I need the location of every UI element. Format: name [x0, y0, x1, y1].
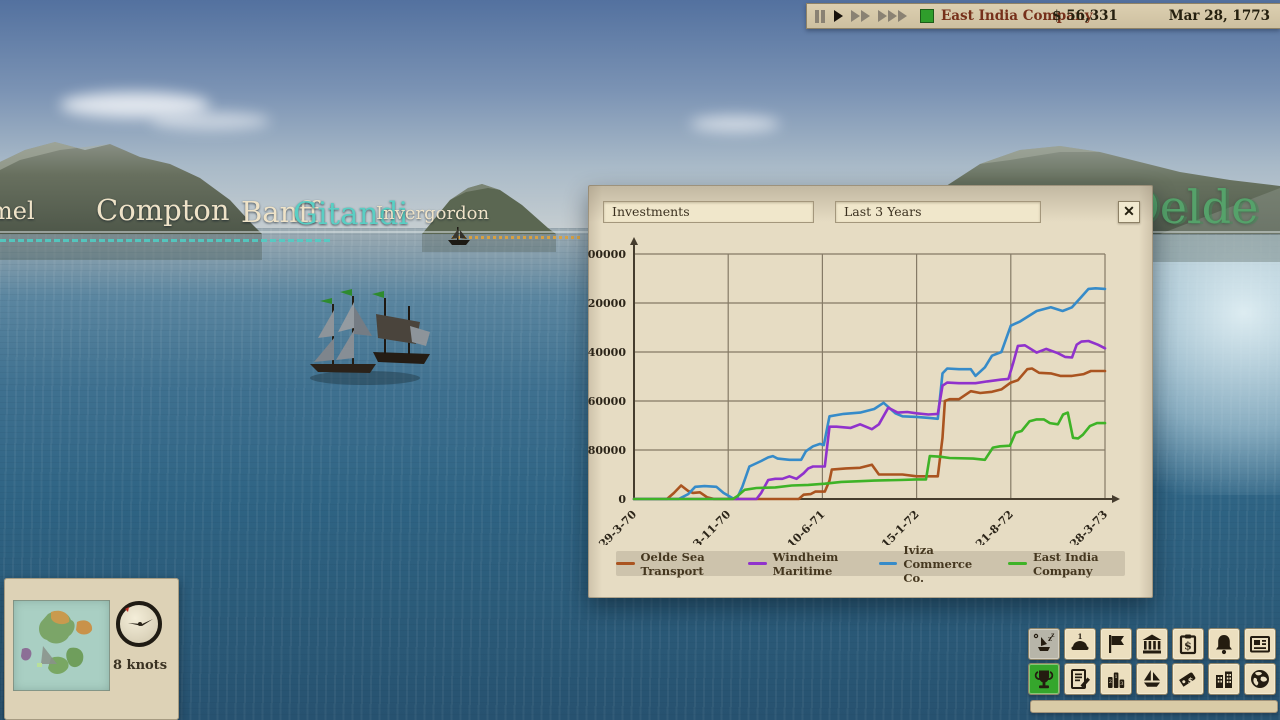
chart-legend: Oelde Sea TransportWindheim MaritimeIviz… — [616, 551, 1125, 576]
svg-text:29-3-70: 29-3-70 — [596, 508, 639, 545]
statistics-panel: Investments Last 3 Years ✕ 0800001600002… — [588, 185, 1153, 598]
pause-button[interactable] — [815, 10, 827, 23]
company-color-chip — [920, 9, 934, 23]
distant-ship[interactable] — [444, 224, 474, 248]
toolbar-button-captain[interactable]: 1 — [1064, 628, 1096, 660]
svg-text:80000: 80000 — [588, 444, 626, 457]
svg-text:400000: 400000 — [588, 248, 626, 261]
legend-item: Iviza Commerce Co. — [879, 543, 995, 585]
fast-forward-button[interactable] — [851, 10, 871, 22]
svg-text:$: $ — [1184, 640, 1192, 653]
legend-swatch — [879, 562, 898, 565]
city-overview-icon — [1212, 667, 1236, 691]
svg-text:240000: 240000 — [588, 346, 626, 359]
newspaper-icon — [1248, 632, 1272, 656]
toolbar-button-contracts[interactable] — [1064, 663, 1096, 695]
town-label-compton[interactable]: Compton — [96, 193, 230, 227]
svg-text:0: 0 — [618, 493, 626, 506]
toolbar-button-moored-ship[interactable]: zz — [1028, 628, 1060, 660]
play-button[interactable] — [834, 10, 844, 22]
toolbar-button-statistics[interactable]: 213 — [1100, 663, 1132, 695]
investments-chart: 0 80000 160000 240000 320000 400000 29-3-70 3-1… — [588, 185, 1153, 545]
compass — [116, 601, 162, 647]
toolbar-button-finances[interactable]: $ — [1172, 628, 1204, 660]
toolbar-button-newspaper[interactable] — [1244, 628, 1276, 660]
svg-text:10-6-71: 10-6-71 — [785, 508, 828, 545]
town-label-mel[interactable]: mel — [0, 197, 35, 225]
toolbar-button-city-overview[interactable] — [1208, 663, 1240, 695]
flag-icon — [1104, 632, 1128, 656]
world-map-icon — [1248, 667, 1272, 691]
bank-icon — [1140, 632, 1164, 656]
legend-label: Oelde Sea Transport — [641, 550, 735, 578]
legend-swatch — [616, 562, 635, 565]
toolbar-button-world-map[interactable] — [1244, 663, 1276, 695]
town-label-invergordon[interactable]: Invergordon — [376, 203, 489, 224]
toolbar-button-fleet[interactable] — [1136, 663, 1168, 695]
toolbar-button-trade-prices[interactable]: $ — [1172, 663, 1204, 695]
toolbar-button-bank[interactable] — [1136, 628, 1168, 660]
fleet-icon — [1140, 667, 1164, 691]
svg-text:160000: 160000 — [588, 395, 626, 408]
achievements-icon — [1032, 667, 1056, 691]
fastest-forward-button[interactable] — [878, 10, 908, 22]
legend-swatch — [748, 562, 767, 565]
captain-icon: 1 — [1068, 632, 1092, 656]
svg-text:21-8-72: 21-8-72 — [973, 508, 1016, 545]
legend-label: Windheim Maritime — [773, 550, 865, 578]
svg-text:z: z — [1051, 632, 1055, 639]
player-ships[interactable] — [280, 276, 430, 394]
legend-label: Iviza Commerce Co. — [903, 543, 994, 585]
moored-ship-icon: zz — [1032, 632, 1056, 656]
legend-swatch — [1008, 562, 1027, 565]
toolbar-button-achievements[interactable] — [1028, 663, 1060, 695]
minimap-panel: 8 knots — [4, 578, 179, 720]
minimized-panel-bar[interactable] — [1030, 700, 1278, 713]
legend-item: Windheim Maritime — [748, 550, 865, 578]
legend-item: East India Company — [1008, 550, 1125, 578]
speed-controls — [815, 10, 908, 23]
notifications-icon — [1212, 632, 1236, 656]
trade-route-line — [0, 239, 330, 242]
trade-prices-icon: $ — [1176, 667, 1200, 691]
toolbar-row-1: zz 1 $ — [1028, 628, 1276, 660]
minimap[interactable] — [13, 600, 110, 691]
contracts-icon — [1068, 667, 1092, 691]
speed-knots-label: 8 knots — [108, 658, 172, 673]
finances-icon: $ — [1176, 632, 1200, 656]
svg-text:3-11-70: 3-11-70 — [691, 508, 734, 545]
svg-text:320000: 320000 — [588, 297, 626, 310]
toolbar-button-flag[interactable] — [1100, 628, 1132, 660]
svg-text:28-3-73: 28-3-73 — [1067, 508, 1110, 545]
toolbar-button-notifications[interactable] — [1208, 628, 1240, 660]
svg-text:$: $ — [1188, 676, 1194, 686]
svg-text:1: 1 — [1115, 674, 1118, 680]
svg-text:1: 1 — [1078, 632, 1083, 641]
svg-text:2: 2 — [1109, 679, 1112, 685]
statistics-icon: 213 — [1104, 667, 1128, 691]
game-screen: mel Compton Banff Gitandi Invergordon Oe… — [0, 0, 1280, 720]
legend-item: Oelde Sea Transport — [616, 550, 734, 578]
date-display: Mar 28, 1773 — [1169, 8, 1270, 24]
legend-label: East India Company — [1033, 550, 1125, 578]
status-bar: East India Company $ 56,331 Mar 28, 1773 — [806, 3, 1280, 29]
svg-text:15-1-72: 15-1-72 — [879, 508, 922, 545]
svg-text:3: 3 — [1120, 681, 1123, 687]
toolbar-row-2: 213 $ — [1028, 663, 1276, 695]
money-display: $ 56,331 — [1035, 8, 1135, 24]
